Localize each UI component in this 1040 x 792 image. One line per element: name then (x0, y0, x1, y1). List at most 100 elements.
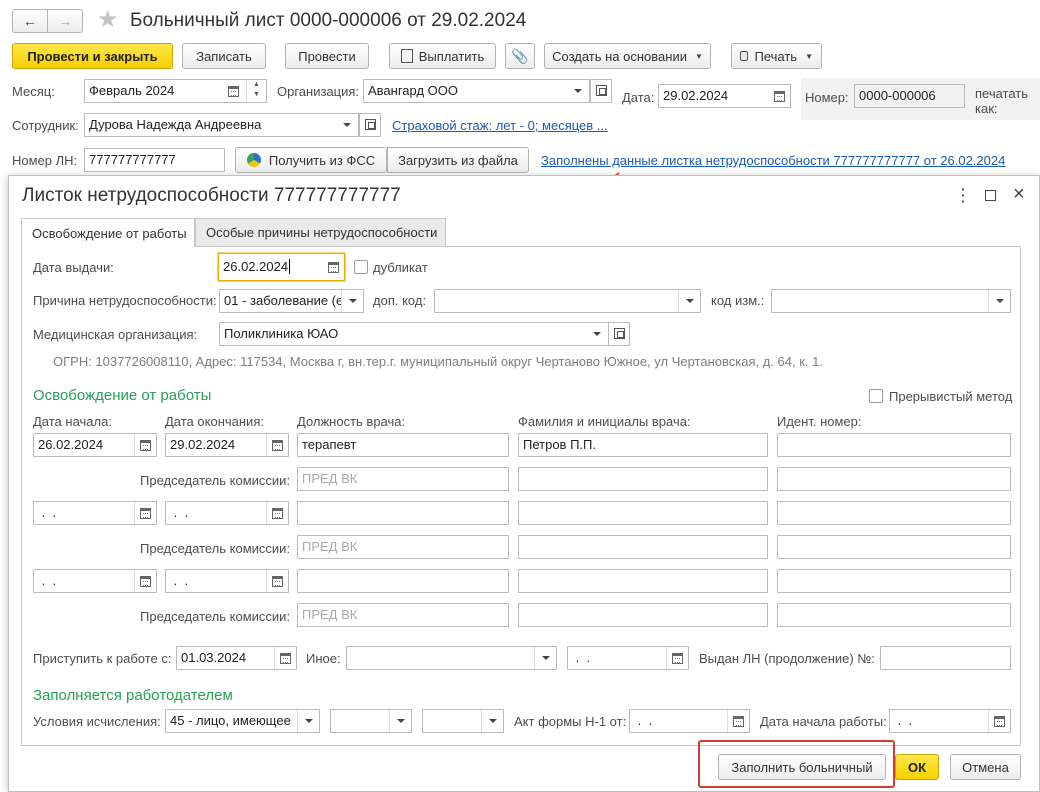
post-close-button[interactable]: Провести и закрыть (12, 43, 173, 69)
tab-release[interactable]: Освобождение от работы (21, 218, 195, 247)
calc-extra1-dropdown-button[interactable] (389, 710, 411, 732)
insurance-experience-link[interactable]: Страховой стаж: лет - 0; месяцев ... (392, 118, 608, 133)
act-n1-calendar-button[interactable] (727, 710, 749, 732)
issued-continuation-field[interactable] (880, 646, 1011, 670)
org-field[interactable]: Авангард ООО (363, 79, 590, 103)
month-spinner[interactable]: ▲ ▼ (246, 80, 266, 102)
release1-start-calendar-button[interactable] (134, 434, 156, 456)
more-options-icon[interactable]: ⋮ (954, 185, 972, 205)
act-n1-date-field[interactable]: . . (629, 709, 750, 733)
issue-date-field[interactable]: 26.02.2024 (218, 253, 345, 281)
chairman2-ident-field[interactable] (777, 535, 1011, 559)
employee-field[interactable]: Дурова Надежда Андреевна (84, 113, 359, 137)
other-date-calendar-button[interactable] (666, 647, 688, 669)
cancel-button[interactable]: Отмена (950, 754, 1021, 780)
calc-extra2-field[interactable] (422, 709, 504, 733)
month-field[interactable]: Февраль 2024 ▲ ▼ (84, 79, 267, 103)
create-based-button[interactable]: Создать на основании ▼ (544, 43, 711, 69)
other-dropdown-button[interactable] (534, 647, 556, 669)
release3-end-calendar-button[interactable] (266, 570, 288, 592)
filled-data-link[interactable]: Заполнены данные листка нетрудоспособнос… (541, 153, 1005, 168)
maximize-icon[interactable] (985, 190, 996, 201)
pay-button-label: Выплатить (418, 48, 485, 64)
chairman1-doctor-field[interactable] (518, 467, 768, 491)
employee-dropdown-button[interactable] (336, 114, 358, 136)
calc-conditions-dropdown-button[interactable] (297, 710, 319, 732)
release3-start-field[interactable]: . . (33, 569, 157, 593)
med-org-open-button[interactable] (608, 322, 630, 346)
reason-field[interactable]: 01 - заболевание (е (219, 289, 364, 313)
release1-end-field[interactable]: 29.02.2024 (165, 433, 289, 457)
reason-dropdown-button[interactable] (341, 290, 363, 312)
org-dropdown-button[interactable] (567, 80, 589, 102)
release1-position-field[interactable]: терапевт (297, 433, 509, 457)
date-calendar-button[interactable] (768, 85, 790, 107)
chairman1-ident-field[interactable] (777, 467, 1011, 491)
add-code-field[interactable] (434, 289, 701, 313)
post-button[interactable]: Провести (285, 43, 369, 69)
back-button[interactable]: ← (12, 9, 48, 33)
release3-position-field[interactable] (297, 569, 509, 593)
release1-start-field[interactable]: 26.02.2024 (33, 433, 157, 457)
release1-end-calendar-button[interactable] (266, 434, 288, 456)
work-start-calendar-button[interactable] (988, 710, 1010, 732)
duplicate-checkbox[interactable] (354, 260, 368, 274)
release1-doctor-field[interactable]: Петров П.П. (518, 433, 768, 457)
calendar-icon (327, 261, 339, 273)
number-field[interactable]: 0000-000006 (854, 84, 965, 108)
release3-ident-field[interactable] (777, 569, 1011, 593)
month-value: Февраль 2024 (89, 83, 175, 98)
calc-conditions-field[interactable]: 45 - лицо, имеющее (165, 709, 320, 733)
release1-ident-field[interactable] (777, 433, 1011, 457)
intermittent-checkbox[interactable] (869, 389, 883, 403)
calc-extra2-dropdown-button[interactable] (481, 710, 503, 732)
org-open-button[interactable] (590, 79, 612, 103)
attach-button[interactable]: 📎 (505, 43, 535, 69)
save-button[interactable]: Записать (182, 43, 266, 69)
pay-button[interactable]: Выплатить (389, 43, 496, 69)
return-date-calendar-button[interactable] (274, 647, 296, 669)
release2-end-field[interactable]: . . (165, 501, 289, 525)
tab-special-reasons[interactable]: Особые причины нетрудоспособности (195, 218, 446, 246)
get-from-fss-button[interactable]: Получить из ФСС (235, 147, 387, 173)
issue-date-calendar-button[interactable] (322, 254, 344, 280)
fill-sick-leave-button[interactable]: Заполнить больничный (718, 754, 886, 780)
favorite-star-icon[interactable]: ★ (97, 6, 119, 34)
calendar-icon (272, 575, 283, 587)
load-from-file-button[interactable]: Загрузить из файла (387, 147, 529, 173)
chairman3-ident-field[interactable] (777, 603, 1011, 627)
release2-start-calendar-button[interactable] (134, 502, 156, 524)
print-button[interactable]: Печать ▼ (731, 43, 822, 69)
med-org-dropdown-button[interactable] (586, 323, 608, 345)
release3-doctor-field[interactable] (518, 569, 768, 593)
med-org-field[interactable]: Поликлиника ЮАО (219, 322, 609, 346)
calc-extra1-field[interactable] (330, 709, 412, 733)
return-label: Приступить к работе с: (33, 651, 172, 666)
release3-end-field[interactable]: . . (165, 569, 289, 593)
return-date-field[interactable]: 01.03.2024 (176, 646, 297, 670)
close-icon[interactable]: × (1013, 182, 1025, 206)
chairman2-field[interactable]: ПРЕД ВК (297, 535, 509, 559)
chairman1-field[interactable]: ПРЕД ВК (297, 467, 509, 491)
chairman3-field[interactable]: ПРЕД ВК (297, 603, 509, 627)
release2-doctor-field[interactable] (518, 501, 768, 525)
release2-end-calendar-button[interactable] (266, 502, 288, 524)
release2-ident-field[interactable] (777, 501, 1011, 525)
change-code-field[interactable] (771, 289, 1011, 313)
work-start-date-field[interactable]: . . (889, 709, 1011, 733)
ln-number-field[interactable]: 777777777777 (84, 148, 225, 172)
chairman2-doctor-field[interactable] (518, 535, 768, 559)
change-code-dropdown-button[interactable] (988, 290, 1010, 312)
release2-position-field[interactable] (297, 501, 509, 525)
employee-open-button[interactable] (359, 113, 381, 137)
forward-button[interactable]: → (47, 9, 83, 33)
release3-start-calendar-button[interactable] (134, 570, 156, 592)
ok-button[interactable]: ОК (895, 754, 939, 780)
month-calendar-button[interactable] (222, 80, 244, 102)
other-field[interactable] (346, 646, 557, 670)
chairman3-doctor-field[interactable] (518, 603, 768, 627)
date-field[interactable]: 29.02.2024 (658, 84, 791, 108)
other-date-field[interactable]: . . (567, 646, 689, 670)
add-code-dropdown-button[interactable] (678, 290, 700, 312)
release2-start-field[interactable]: . . (33, 501, 157, 525)
